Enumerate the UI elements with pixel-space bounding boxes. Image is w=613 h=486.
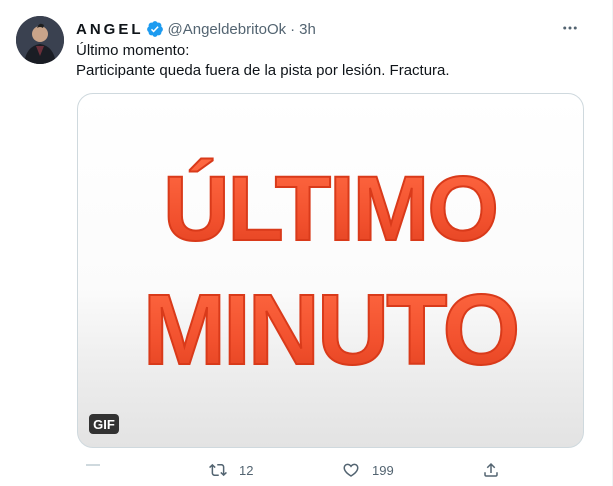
timestamp[interactable]: 3h	[299, 21, 316, 38]
avatar-image	[16, 16, 64, 64]
display-name[interactable]: ANGEL	[76, 21, 144, 38]
separator-dot: ·	[290, 20, 296, 38]
tweet-header: ANGEL @AngeldebritoOk · 3h	[76, 18, 316, 40]
more-button[interactable]	[556, 14, 584, 42]
gif-badge: GIF	[89, 414, 119, 434]
retweet-count: 12	[239, 462, 254, 478]
gif-frame: ÚLTIMO MINUTO	[142, 156, 522, 387]
verified-badge-icon	[146, 21, 163, 37]
tweet-text-line-2: Participante queda fuera de la pista por…	[76, 62, 450, 79]
avatar[interactable]	[16, 16, 64, 64]
like-icon	[343, 463, 359, 477]
like-button[interactable]: 199	[342, 458, 394, 482]
gif-media[interactable]: ÚLTIMO MINUTO GIF	[77, 93, 584, 448]
tweet-actions: 12 199	[76, 458, 586, 482]
gif-line-2: MINUTO	[143, 274, 518, 386]
handle[interactable]: @AngeldebritoOk	[168, 21, 287, 38]
gif-line-1: ÚLTIMO	[163, 157, 497, 260]
share-button[interactable]	[482, 458, 500, 482]
retweet-icon	[209, 463, 227, 477]
tweet-text-line-1: Último momento:	[76, 42, 190, 59]
like-count: 199	[372, 462, 394, 478]
more-icon	[563, 26, 577, 30]
retweet-button[interactable]: 12	[209, 458, 253, 482]
share-icon	[484, 462, 498, 477]
tweet-text: Último momento: Participante queda fuera…	[76, 41, 586, 81]
